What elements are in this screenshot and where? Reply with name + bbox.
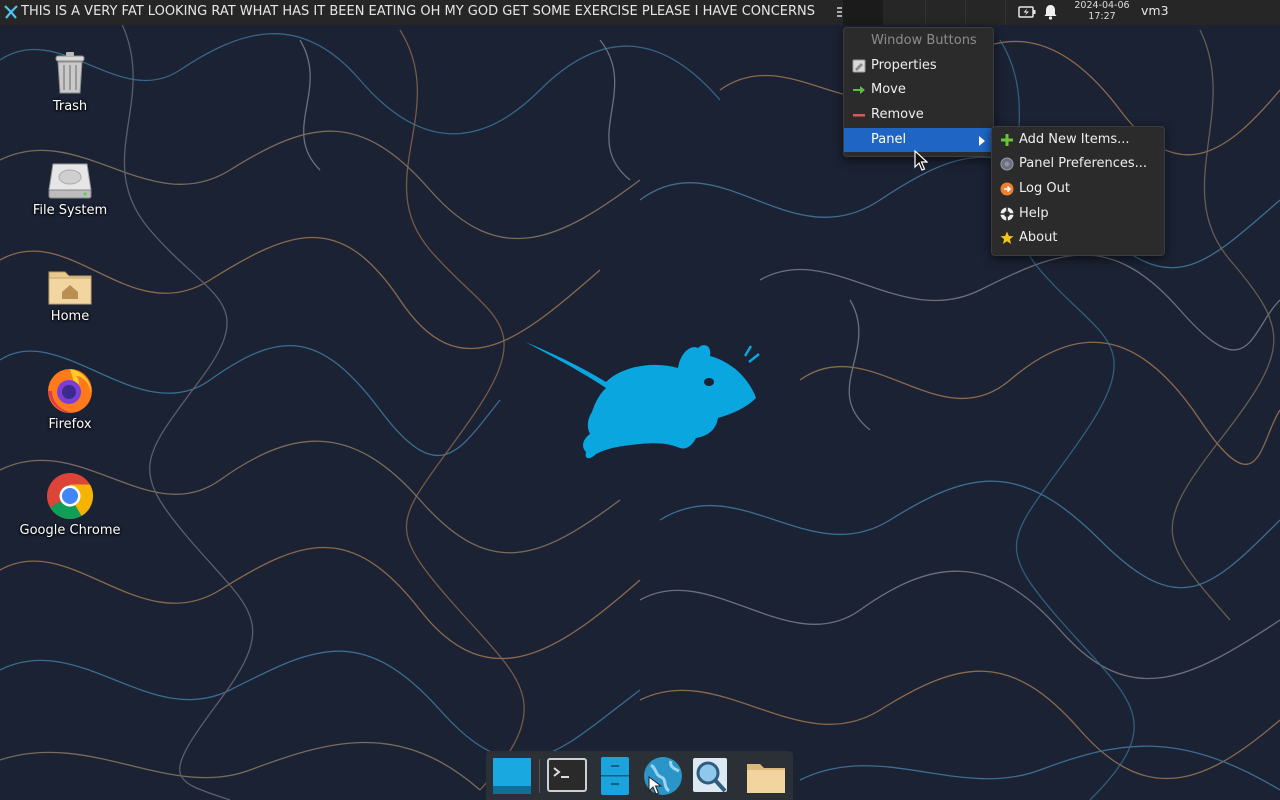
menu-item-label: Remove xyxy=(871,107,924,122)
desktop-icon-file-system[interactable]: File System xyxy=(10,160,130,218)
menu-title-label: Window Buttons xyxy=(871,33,977,48)
app-finder-icon[interactable] xyxy=(689,755,733,797)
chrome-icon xyxy=(47,473,94,519)
dock-separator xyxy=(539,759,540,793)
logout-icon xyxy=(1000,182,1014,196)
properties-icon xyxy=(852,59,866,73)
move-arrow-icon xyxy=(853,86,865,94)
menu-item-label: Move xyxy=(871,82,906,97)
window-buttons-context-menu: Window Buttons Properties Move Remove Pa… xyxy=(843,27,994,157)
top-panel: THIS IS A VERY FAT LOOKING RAT WHAT HAS … xyxy=(0,0,1280,25)
menu-item-panel[interactable]: Panel xyxy=(844,128,993,152)
panel-separator xyxy=(1005,0,1006,25)
show-desktop-icon[interactable] xyxy=(490,755,534,797)
clock-date[interactable]: 2024-04-06 xyxy=(1066,0,1138,11)
battery-icon[interactable] xyxy=(1018,6,1036,18)
menu-item-label: Panel xyxy=(871,132,907,147)
hostname-label[interactable]: vm3 xyxy=(1141,3,1169,18)
desktop-icon-trash[interactable]: Trash xyxy=(10,50,130,114)
menu-item-about[interactable]: About xyxy=(992,226,1164,250)
menu-title: Window Buttons xyxy=(844,29,993,53)
notification-bell-icon[interactable] xyxy=(1043,4,1058,20)
help-icon xyxy=(1000,207,1014,221)
menu-item-label: Properties xyxy=(871,58,937,73)
desktop-icon-google-chrome[interactable]: Google Chrome xyxy=(10,472,130,538)
menu-item-panel-preferences[interactable]: Panel Preferences... xyxy=(992,152,1164,176)
xfce-mouse-logo xyxy=(525,342,760,459)
terminal-icon[interactable] xyxy=(545,755,589,797)
desktop-icon-label: File System xyxy=(32,203,108,218)
window-title[interactable]: THIS IS A VERY FAT LOOKING RAT WHAT HAS … xyxy=(21,0,836,23)
drive-icon xyxy=(48,163,92,199)
panel-separator xyxy=(925,0,926,25)
panel-submenu: Add New Items... Panel Preferences... Lo… xyxy=(991,126,1165,256)
menu-item-log-out[interactable]: Log Out xyxy=(992,177,1164,201)
panel-separator xyxy=(965,0,966,25)
desktop-icon-label: Trash xyxy=(52,99,88,114)
clock-time[interactable]: 17:27 xyxy=(1066,11,1138,22)
menu-item-move[interactable]: Move xyxy=(844,78,993,102)
menu-item-label: About xyxy=(1019,230,1058,245)
menu-item-label: Panel Preferences... xyxy=(1019,156,1148,171)
menu-item-help[interactable]: Help xyxy=(992,202,1164,226)
xfce-mouse-icon[interactable] xyxy=(3,3,19,21)
menu-item-add-new-items[interactable]: Add New Items... xyxy=(992,128,1164,152)
menu-item-properties[interactable]: Properties xyxy=(844,54,993,78)
web-browser-icon[interactable] xyxy=(641,755,685,797)
submenu-arrow-icon xyxy=(979,136,985,146)
about-star-icon xyxy=(1000,231,1014,244)
menu-item-remove[interactable]: Remove xyxy=(844,103,993,127)
desktop-icon-label: Firefox xyxy=(48,417,92,432)
window-buttons-area[interactable] xyxy=(843,0,883,25)
panel-handle-icon[interactable] xyxy=(837,7,842,17)
remove-icon xyxy=(853,114,865,117)
home-folder-icon xyxy=(48,271,92,305)
bottom-dock xyxy=(486,751,793,800)
file-manager-icon[interactable] xyxy=(593,755,637,797)
mouse-cursor-icon xyxy=(914,150,928,171)
desktop-icon-firefox[interactable]: Firefox xyxy=(10,366,130,432)
desktop-icon-label: Home xyxy=(50,309,90,324)
firefox-icon xyxy=(48,369,92,413)
menu-item-label: Add New Items... xyxy=(1019,132,1130,147)
desktop-icon-label: Google Chrome xyxy=(19,523,121,538)
folder-icon[interactable] xyxy=(744,755,788,797)
add-icon xyxy=(1001,134,1013,146)
menu-item-label: Help xyxy=(1019,206,1049,221)
menu-item-label: Log Out xyxy=(1019,181,1070,196)
preferences-icon xyxy=(1000,157,1014,171)
trash-icon xyxy=(55,52,85,94)
desktop-icon-home[interactable]: Home xyxy=(10,266,130,324)
